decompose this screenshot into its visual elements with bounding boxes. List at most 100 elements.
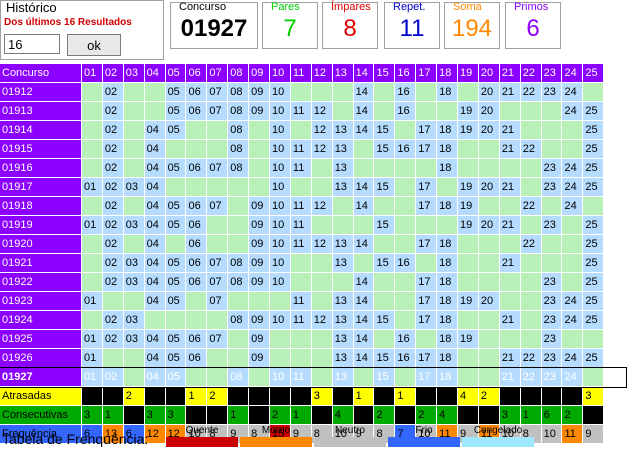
empty-cell [458, 83, 479, 101]
result-row-01924[interactable]: 01924 02 03 08 09 10 11 12 13 14 15 17 18 21 23 24 25 [0, 311, 626, 330]
empty-cell [353, 216, 375, 234]
empty-cell [499, 273, 521, 291]
result-row-01917[interactable]: 01917 01 02 03 04 10 13 14 15 17 19 20 21 23 24 25 [0, 178, 626, 197]
hit-cell: 02 [102, 368, 124, 386]
consecutiva-cell: 2 [270, 406, 291, 424]
hit-cell: 04 [144, 216, 166, 234]
empty-cell [374, 197, 396, 215]
empty-cell [478, 159, 500, 177]
stat-value: 6 [526, 15, 540, 42]
empty-cell [311, 349, 333, 367]
hit-cell: 16 [395, 83, 417, 101]
hit-cell: 17 [416, 140, 438, 158]
empty-cell [583, 368, 605, 386]
empty-cell [207, 121, 229, 139]
atrasada-cell [541, 387, 563, 405]
concurso-id: 01921 [0, 254, 82, 272]
hit-cell: 08 [228, 159, 250, 177]
hit-cell: 12 [311, 102, 333, 120]
result-row-01912[interactable]: 01912 02 05 06 07 08 09 10 14 16 18 20 21 22 23 24 [0, 83, 626, 102]
hit-cell: 19 [458, 216, 479, 234]
hit-cell: 14 [353, 178, 375, 196]
results-grid: Concurso 01 02 03 04 05 06 07 08 09 10 11 12 13 14 15 1… [0, 64, 627, 444]
ok-button[interactable]: ok [67, 34, 121, 56]
atrasada-cell [562, 387, 584, 405]
hit-cell: 17 [416, 197, 438, 215]
consecutiva-cell: 1 [102, 406, 124, 424]
hit-cell: 02 [102, 273, 124, 291]
consecutiva-cell: 1 [290, 406, 312, 424]
hit-cell: 06 [186, 102, 208, 120]
consecutiva-cell: 3 [499, 406, 521, 424]
historico-count-input[interactable] [4, 34, 60, 54]
result-row-01926[interactable]: 01926 01 04 05 06 09 13 14 15 16 17 18 21 22 23 24 25 [0, 349, 626, 368]
empty-cell [290, 254, 312, 272]
empty-cell [144, 83, 166, 101]
result-row-01923[interactable]: 01923 01 04 05 07 11 13 14 17 18 19 20 23 24 25 [0, 292, 626, 311]
header-number-07: 07 [207, 64, 229, 82]
concurso-id: 01923 [0, 292, 82, 310]
empty-cell [311, 216, 333, 234]
empty-cell [520, 159, 542, 177]
result-row-01920[interactable]: 01920 02 04 06 09 10 11 12 13 14 17 18 22 25 [0, 235, 626, 254]
hit-cell: 02 [102, 159, 124, 177]
legend-swatch [388, 437, 460, 447]
empty-cell [520, 216, 542, 234]
empty-cell [228, 197, 250, 215]
result-row-01922[interactable]: 01922 02 03 04 05 06 07 08 09 10 14 17 18 23 25 [0, 273, 626, 292]
concurso-id: 01914 [0, 121, 82, 139]
hit-cell: 01 [82, 178, 103, 196]
hit-cell: 17 [416, 349, 438, 367]
hit-cell: 21 [499, 368, 521, 386]
empty-cell [478, 311, 500, 329]
hit-cell: 09 [249, 83, 271, 101]
empty-cell [416, 102, 438, 120]
header-number-12: 12 [311, 64, 333, 82]
empty-cell [290, 349, 312, 367]
hit-cell: 16 [395, 330, 417, 348]
empty-cell [228, 330, 250, 348]
empty-cell [249, 140, 271, 158]
empty-cell [520, 178, 542, 196]
hit-cell: 18 [437, 83, 459, 101]
consecutiva-cell: 6 [541, 406, 563, 424]
legend-item-frio: Frio [388, 425, 460, 449]
atrasada-cell [499, 387, 521, 405]
hit-cell: 03 [123, 273, 145, 291]
atrasada-cell: 2 [207, 387, 229, 405]
result-row-01921[interactable]: 01921 02 03 04 05 06 07 08 09 10 13 15 16 18 21 25 [0, 254, 626, 273]
result-row-01927[interactable]: 01927 01 02 04 05 08 10 11 13 15 17 18 21 22 23 24 [0, 367, 627, 388]
header-number-14: 14 [353, 64, 375, 82]
result-row-01916[interactable]: 01916 02 04 05 06 07 08 10 11 13 18 23 24 25 [0, 159, 626, 178]
result-row-01913[interactable]: 01913 02 05 06 07 08 09 10 11 12 14 16 19 20 24 25 [0, 102, 626, 121]
empty-cell [478, 197, 500, 215]
empty-cell [123, 292, 145, 310]
hit-cell: 14 [353, 292, 375, 310]
concurso-id: 01917 [0, 178, 82, 196]
consecutiva-cell [186, 406, 208, 424]
hit-cell: 06 [186, 159, 208, 177]
atrasada-cell [144, 387, 166, 405]
hit-cell: 11 [290, 140, 312, 158]
empty-cell [207, 311, 229, 329]
result-row-01918[interactable]: 01918 02 04 05 06 07 09 10 11 12 14 17 18 19 22 24 [0, 197, 626, 216]
result-row-01915[interactable]: 01915 02 04 08 10 11 12 13 15 16 17 18 21 22 25 [0, 140, 626, 159]
result-row-01914[interactable]: 01914 02 04 05 08 10 12 13 14 15 17 18 19 20 21 25 [0, 121, 626, 140]
empty-cell [520, 102, 542, 120]
header-number-10: 10 [270, 64, 291, 82]
hit-cell: 23 [541, 330, 563, 348]
result-row-01925[interactable]: 01925 01 02 03 04 05 06 07 09 13 14 16 18 19 23 [0, 330, 626, 349]
empty-cell [437, 178, 459, 196]
hit-cell: 21 [499, 254, 521, 272]
stat-value: 01927 [180, 15, 248, 42]
hit-cell: 17 [416, 311, 438, 329]
result-row-01919[interactable]: 01919 01 02 03 04 05 06 09 10 11 15 19 20 21 23 25 [0, 216, 626, 235]
atrasada-cell [102, 387, 124, 405]
empty-cell [416, 159, 438, 177]
hit-cell: 13 [332, 311, 354, 329]
empty-cell [186, 178, 208, 196]
hit-cell: 13 [332, 368, 354, 386]
empty-cell [583, 83, 605, 101]
empty-cell [290, 273, 312, 291]
empty-cell [353, 254, 375, 272]
